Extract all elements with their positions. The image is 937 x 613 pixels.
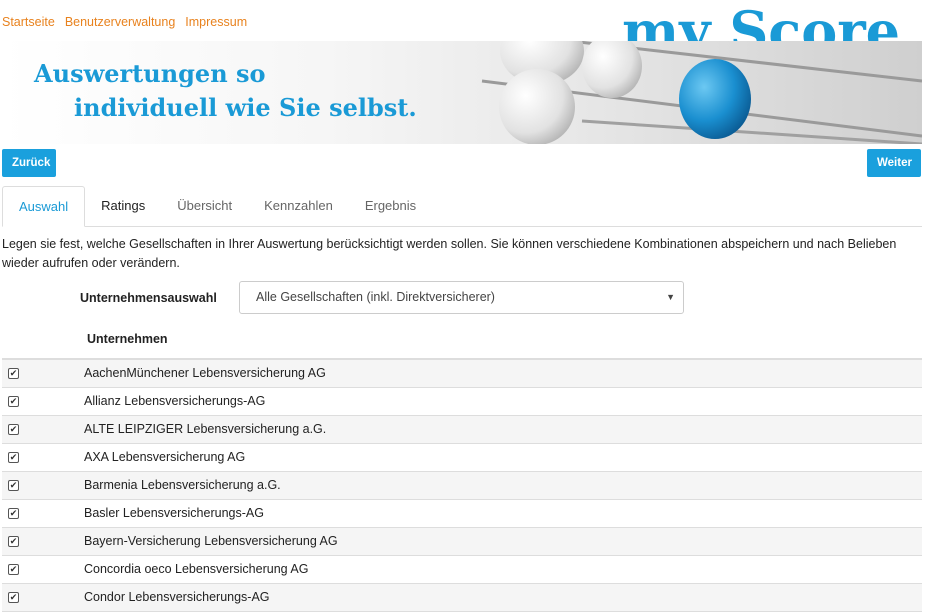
nav-impressum[interactable]: Impressum — [185, 15, 247, 29]
column-header-unternehmen: Unternehmen — [87, 332, 168, 346]
company-checkbox[interactable]: ✔ — [8, 536, 19, 547]
company-checkbox[interactable]: ✔ — [8, 396, 19, 407]
company-selection-value: Alle Gesellschaften (inkl. Direktversich… — [256, 290, 495, 304]
hero-banner: Auswertungen so individuell wie Sie selb… — [2, 41, 922, 144]
company-name: ALTE LEIPZIGER Lebensversicherung a.G. — [84, 422, 327, 436]
company-checkbox[interactable]: ✔ — [8, 424, 19, 435]
company-name: Allianz Lebensversicherungs-AG — [84, 394, 266, 408]
tab-bar: Auswahl Ratings Übersicht Kennzahlen Erg… — [2, 186, 922, 227]
table-row: ✔ Condor Lebensversicherungs-AG — [2, 584, 922, 612]
top-navigation: Startseite Benutzerverwaltung Impressum — [2, 15, 247, 29]
table-row: ✔ AachenMünchener Lebensversicherung AG — [2, 360, 922, 388]
table-row: ✔ Concordia oeco Lebensversicherung AG — [2, 556, 922, 584]
company-checkbox[interactable]: ✔ — [8, 452, 19, 463]
tab-ratings[interactable]: Ratings — [85, 186, 161, 227]
banner-headline-2: individuell wie Sie selbst. — [74, 93, 417, 122]
next-button[interactable]: Weiter — [867, 149, 921, 177]
company-selection-label: Unternehmensauswahl — [80, 291, 217, 305]
company-name: Bayern-Versicherung Lebensversicherung A… — [84, 534, 338, 548]
table-row: ✔ Barmenia Lebensversicherung a.G. — [2, 472, 922, 500]
table-row: ✔ AXA Lebensversicherung AG — [2, 444, 922, 472]
company-name: Condor Lebensversicherungs-AG — [84, 590, 270, 604]
banner-headline-1: Auswertungen so — [34, 59, 266, 88]
company-table: ✔ AachenMünchener Lebensversicherung AG … — [2, 358, 922, 612]
caret-down-icon: ▼ — [666, 292, 675, 302]
table-row: ✔ Basler Lebensversicherungs-AG — [2, 500, 922, 528]
back-button[interactable]: Zurück — [2, 149, 56, 177]
company-name: AXA Lebensversicherung AG — [84, 450, 246, 464]
company-name: Concordia oeco Lebensversicherung AG — [84, 562, 309, 576]
company-checkbox[interactable]: ✔ — [8, 508, 19, 519]
tab-ergebnis[interactable]: Ergebnis — [349, 186, 432, 227]
intro-text: Legen sie fest, welche Gesellschaften in… — [2, 237, 897, 270]
tab-auswahl[interactable]: Auswahl — [2, 186, 86, 227]
company-checkbox[interactable]: ✔ — [8, 480, 19, 491]
tab-kennzahlen[interactable]: Kennzahlen — [248, 186, 349, 227]
company-name: Barmenia Lebensversicherung a.G. — [84, 478, 281, 492]
company-name: AachenMünchener Lebensversicherung AG — [84, 366, 326, 380]
nav-startseite[interactable]: Startseite — [2, 15, 55, 29]
table-row: ✔ ALTE LEIPZIGER Lebensversicherung a.G. — [2, 416, 922, 444]
nav-benutzerverwaltung[interactable]: Benutzerverwaltung — [65, 15, 175, 29]
company-checkbox[interactable]: ✔ — [8, 592, 19, 603]
table-row: ✔ Allianz Lebensversicherungs-AG — [2, 388, 922, 416]
company-name: Basler Lebensversicherungs-AG — [84, 506, 264, 520]
company-selection-dropdown[interactable]: Alle Gesellschaften (inkl. Direktversich… — [239, 281, 684, 314]
table-row: ✔ Bayern-Versicherung Lebensversicherung… — [2, 528, 922, 556]
company-checkbox[interactable]: ✔ — [8, 368, 19, 379]
abacus-beads-illustration — [481, 41, 922, 144]
tab-uebersicht[interactable]: Übersicht — [161, 186, 248, 227]
company-checkbox[interactable]: ✔ — [8, 564, 19, 575]
